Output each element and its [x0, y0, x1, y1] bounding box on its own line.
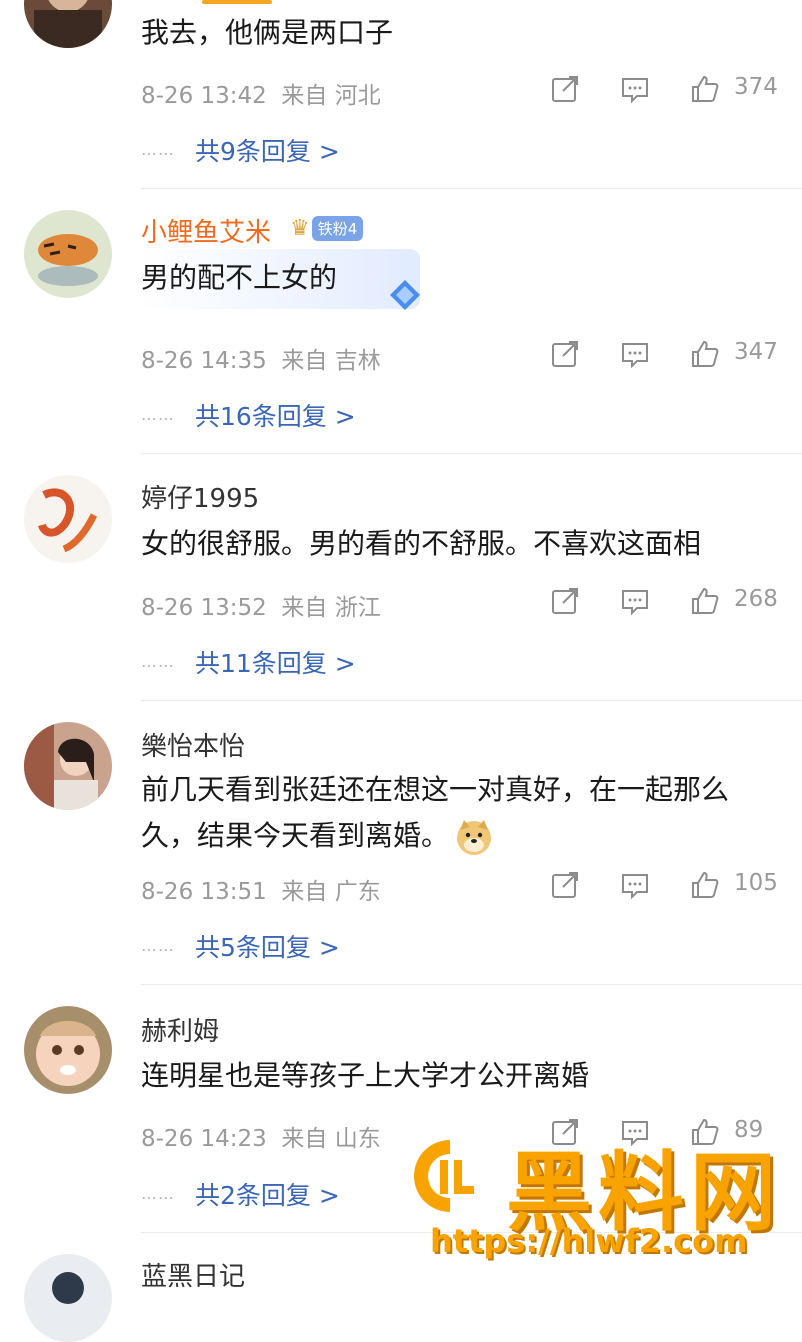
view-replies-link[interactable]: ⋯⋯ 共11条回复 >: [141, 644, 356, 680]
comment-date: 8-26 13:42: [141, 83, 267, 109]
comment-meta: 8-26 13:51 来自 广东: [141, 872, 381, 906]
view-replies-link[interactable]: ⋯⋯ 共2条回复 >: [141, 1176, 340, 1212]
comment-text: 我去，他俩是两口子: [141, 16, 394, 49]
username[interactable]: 蓝黑日记: [141, 1256, 245, 1293]
comment-text-content: 前几天看到张廷还在想这一对真好，在一起那么久，结果今天看到离婚。: [141, 773, 730, 852]
repost-icon[interactable]: [550, 586, 580, 616]
comment-meta: 8-26 14:35 来自 吉林: [141, 341, 381, 375]
comment-location: 来自 浙江: [281, 595, 381, 621]
comment-location: 来自 吉林: [281, 348, 381, 374]
doge-emoji-icon: [455, 818, 493, 856]
fan-badge: ♛ 铁粉4: [290, 216, 364, 241]
divider: [141, 984, 802, 985]
avatar[interactable]: [24, 210, 112, 298]
repost-icon[interactable]: [550, 870, 580, 900]
comment-actions: 105: [550, 870, 780, 906]
avatar[interactable]: [24, 0, 112, 48]
avatar[interactable]: [24, 475, 112, 563]
comment-text: 男的配不上女的: [141, 261, 338, 294]
repost-icon[interactable]: [550, 74, 580, 104]
divider: [141, 700, 802, 701]
comment-meta: 8-26 14:23 来自 山东: [141, 1119, 381, 1153]
avatar[interactable]: [24, 722, 112, 810]
crown-icon: ♛: [290, 216, 310, 241]
divider: [141, 188, 802, 189]
comment-date: 8-26 13:51: [141, 879, 267, 905]
username[interactable]: 樂怡本怡: [141, 726, 245, 763]
like-count: 374: [734, 74, 778, 100]
comment-text: 女的很舒服。男的看的不舒服。不喜欢这面相: [141, 527, 702, 560]
like-icon[interactable]: [690, 586, 720, 616]
view-replies-link[interactable]: ⋯⋯ 共9条回复 >: [141, 132, 340, 168]
top-tab-indicator: [202, 0, 272, 4]
comment-date: 8-26 14:35: [141, 348, 267, 374]
like-icon[interactable]: [690, 870, 720, 900]
repost-icon[interactable]: [550, 339, 580, 369]
divider: [141, 453, 802, 454]
like-count: 105: [734, 870, 778, 896]
like-icon[interactable]: [690, 74, 720, 104]
watermark-logo-icon: [410, 1136, 490, 1216]
comment-date: 8-26 14:23: [141, 1126, 267, 1152]
like-icon[interactable]: [690, 339, 720, 369]
comment-location: 来自 河北: [281, 83, 381, 109]
comment-location: 来自 广东: [281, 879, 381, 905]
comment-icon[interactable]: [620, 586, 650, 616]
username[interactable]: 小鲤鱼艾米: [141, 212, 271, 249]
like-count: 268: [734, 586, 778, 612]
view-replies-link[interactable]: ⋯⋯ 共16条回复 >: [141, 397, 356, 433]
comment-icon[interactable]: [620, 74, 650, 104]
comment-actions: 347: [550, 339, 780, 375]
comment-actions: 374: [550, 74, 780, 110]
comment-icon[interactable]: [620, 339, 650, 369]
comment-date: 8-26 13:52: [141, 595, 267, 621]
fan-level-tag: 铁粉4: [311, 216, 364, 241]
username[interactable]: 赫利姆: [141, 1011, 219, 1048]
like-count: 347: [734, 339, 778, 365]
comment-text: 前几天看到张廷还在想这一对真好，在一起那么久，结果今天看到离婚。: [141, 767, 771, 859]
comment-icon[interactable]: [620, 870, 650, 900]
view-replies-link[interactable]: ⋯⋯ 共5条回复 >: [141, 928, 340, 964]
username[interactable]: 婷仔1995: [141, 478, 259, 515]
watermark-url: https://hlwf2.com: [430, 1222, 748, 1260]
comment-text: 连明星也是等孩子上大学才公开离婚: [141, 1059, 590, 1092]
avatar[interactable]: [24, 1254, 112, 1342]
comment-meta: 8-26 13:52 来自 浙江: [141, 588, 381, 622]
avatar[interactable]: [24, 1006, 112, 1094]
comment-actions: 268: [550, 586, 780, 622]
comment-meta: 8-26 13:42 来自 河北: [141, 76, 381, 110]
watermark: 黑料网 https://hlwf2.com: [410, 1136, 802, 1280]
comment-location: 来自 山东: [281, 1126, 381, 1152]
